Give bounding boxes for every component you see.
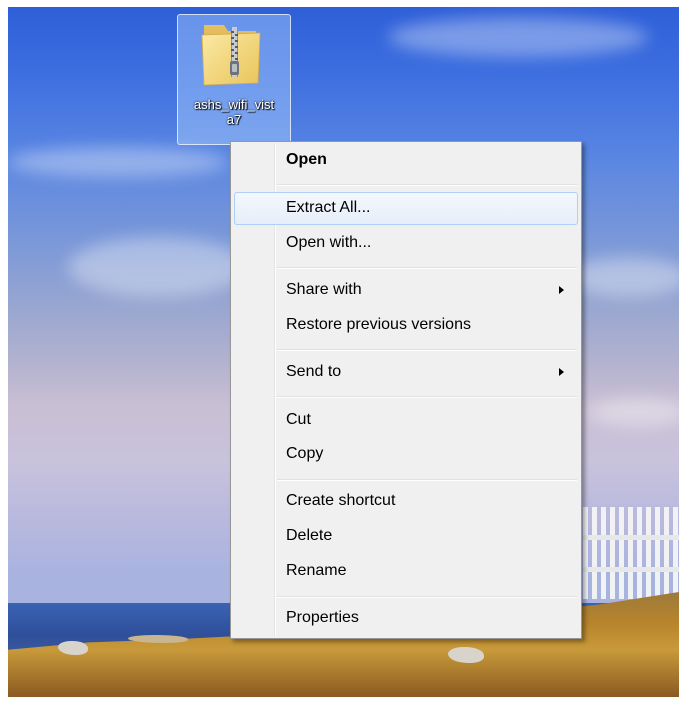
menu-separator xyxy=(277,479,577,481)
menu-separator xyxy=(277,349,577,351)
menu-item-restore-previous-versions[interactable]: Restore previous versions xyxy=(234,309,578,342)
menu-item-delete[interactable]: Delete xyxy=(234,520,578,553)
menu-item-cut[interactable]: Cut xyxy=(234,404,578,437)
menu-separator xyxy=(277,267,577,269)
menu-separator xyxy=(277,596,577,598)
menu-item-share-with[interactable]: Share with xyxy=(234,274,578,307)
menu-item-extract-all[interactable]: Extract All... xyxy=(234,192,578,225)
submenu-arrow-icon xyxy=(559,368,564,376)
menu-item-rename[interactable]: Rename xyxy=(234,555,578,588)
submenu-arrow-icon xyxy=(559,286,564,294)
menu-item-properties[interactable]: Properties xyxy=(234,602,578,635)
zip-folder-icon xyxy=(201,25,261,86)
menu-separator xyxy=(277,184,577,186)
menu-item-copy[interactable]: Copy xyxy=(234,438,578,471)
desktop-icon-zip-file[interactable]: ashs_wifi_vist a7 xyxy=(177,14,291,145)
menu-item-open-with[interactable]: Open with... xyxy=(234,227,578,260)
context-menu: Open Extract All... Open with... Share w… xyxy=(230,141,582,639)
menu-separator xyxy=(277,396,577,398)
desktop-icon-label: ashs_wifi_vist a7 xyxy=(193,97,275,127)
menu-item-send-to[interactable]: Send to xyxy=(234,356,578,389)
menu-item-create-shortcut[interactable]: Create shortcut xyxy=(234,485,578,518)
menu-item-open[interactable]: Open xyxy=(234,144,578,177)
fence xyxy=(583,507,679,599)
